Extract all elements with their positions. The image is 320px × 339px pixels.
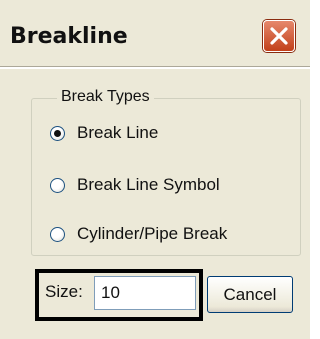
radio-break-line-symbol[interactable] (50, 177, 65, 193)
option-break-line[interactable]: Break Line (50, 121, 158, 145)
break-types-legend: Break Types (57, 88, 154, 106)
size-input[interactable] (94, 276, 196, 310)
option-label: Cylinder/Pipe Break (77, 224, 228, 243)
cancel-button[interactable]: Cancel (207, 276, 293, 313)
option-cylinder-pipe-break[interactable]: Cylinder/Pipe Break (50, 222, 227, 246)
close-icon (270, 27, 288, 45)
breakline-dialog: Breakline Break Types Break Line Break L… (0, 0, 310, 339)
close-button[interactable] (263, 20, 295, 52)
option-break-line-symbol[interactable]: Break Line Symbol (50, 173, 220, 197)
size-label: Size: (45, 282, 83, 301)
radio-cylinder-pipe-break[interactable] (50, 226, 65, 242)
option-label: Break Line (77, 123, 159, 142)
radio-break-line[interactable] (50, 125, 65, 141)
title-separator (0, 66, 310, 69)
dialog-title: Breakline (10, 24, 128, 49)
title-bar: Breakline (0, 0, 310, 66)
option-label: Break Line Symbol (77, 175, 220, 194)
